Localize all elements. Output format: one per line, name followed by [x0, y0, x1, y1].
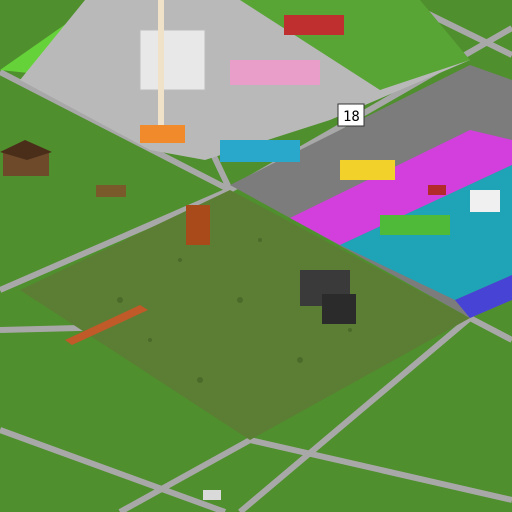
isometric-world: 18 — [0, 0, 512, 512]
yellow-boats — [340, 160, 395, 180]
tower-structure[interactable] — [186, 205, 210, 245]
orange-stands — [140, 125, 185, 143]
dark-machine-screen — [322, 294, 356, 324]
scoreboard-text: 18 — [343, 109, 360, 125]
white-dock — [470, 190, 500, 212]
blue-stands — [220, 140, 300, 162]
flag-banner — [284, 15, 344, 35]
green-boats — [380, 215, 450, 235]
tall-pillar — [158, 0, 164, 125]
white-building[interactable] — [139, 29, 206, 91]
boat[interactable] — [96, 185, 126, 197]
red-crate — [428, 185, 446, 195]
pink-stands — [230, 60, 320, 85]
lone-object-south[interactable] — [203, 490, 221, 500]
game-viewport[interactable]: 18 — [0, 0, 512, 512]
